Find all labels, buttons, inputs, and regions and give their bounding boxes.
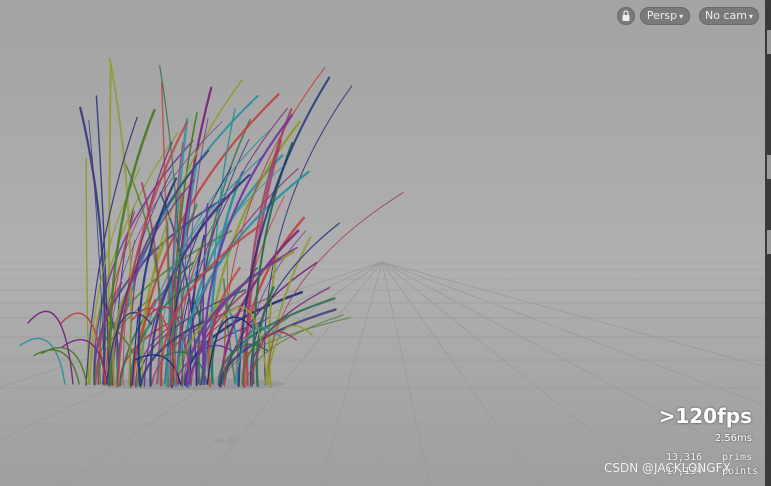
chevron-down-icon: ▾ bbox=[679, 12, 684, 21]
watermark: CSDN @JACKLONGFX bbox=[604, 461, 731, 475]
lock-icon bbox=[622, 10, 630, 21]
lock-camera-button[interactable] bbox=[617, 7, 635, 25]
origin-gizmo bbox=[214, 436, 237, 446]
side-tab[interactable] bbox=[767, 155, 771, 179]
chevron-down-icon: ▾ bbox=[748, 12, 753, 21]
fps-readout: >120fps bbox=[658, 404, 752, 428]
side-tab[interactable] bbox=[767, 230, 771, 254]
grass-clump bbox=[19, 57, 404, 389]
frame-time-readout: 2.56ms bbox=[714, 433, 752, 444]
scene-canvas[interactable] bbox=[0, 0, 765, 486]
side-tab[interactable] bbox=[767, 30, 771, 54]
view-type-label: Persp bbox=[646, 9, 678, 22]
grass-blade bbox=[27, 310, 74, 385]
camera-label: No cam bbox=[705, 9, 747, 22]
view-type-menu[interactable]: Persp ▾ bbox=[640, 7, 690, 25]
3d-viewport[interactable]: Persp ▾ No cam ▾ >120fps 2.56ms 13,316 pri… bbox=[0, 0, 765, 486]
grass-blade bbox=[19, 337, 66, 385]
camera-menu[interactable]: No cam ▾ bbox=[699, 7, 759, 25]
